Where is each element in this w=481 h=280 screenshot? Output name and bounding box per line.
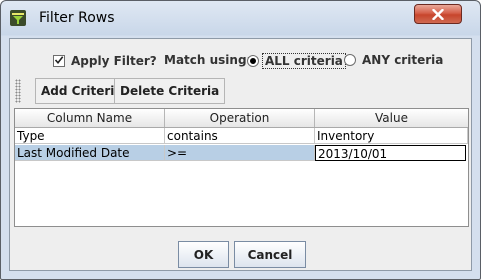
apply-filter-checkbox[interactable]	[53, 55, 65, 67]
window-title: Filter Rows	[39, 10, 115, 26]
cell-column-name[interactable]: Last Modified Date	[15, 145, 165, 161]
match-using-label: Match using:	[164, 53, 252, 67]
filter-rows-dialog: Filter Rows Apply Filter? Match using: A…	[0, 0, 481, 280]
cell-operation[interactable]: >=	[165, 145, 315, 161]
title-bar[interactable]: Filter Rows	[1, 1, 480, 37]
table-row[interactable]: Type contains Inventory	[15, 128, 468, 144]
radio-any-label: ANY criteria	[362, 53, 444, 67]
checkmark-icon	[54, 54, 64, 68]
close-icon	[432, 8, 444, 20]
cancel-button[interactable]: Cancel	[234, 241, 306, 268]
criteria-table: Column Name Operation Value Type contain…	[14, 108, 469, 227]
apply-filter-label: Apply Filter?	[71, 54, 157, 68]
table-row-selected[interactable]: Last Modified Date >= 2013/10/01	[15, 145, 468, 161]
filter-app-icon	[9, 9, 27, 27]
column-header-value[interactable]: Value	[315, 109, 468, 127]
cell-value-editor[interactable]: 2013/10/01	[315, 145, 466, 161]
cell-operation[interactable]: contains	[165, 128, 315, 144]
radio-selected-dot	[250, 58, 256, 64]
column-header-operation[interactable]: Operation	[165, 109, 315, 127]
delete-criteria-button[interactable]: Delete Criteria	[114, 78, 226, 104]
radio-any-criteria[interactable]: ANY criteria	[344, 53, 443, 67]
radio-any-button[interactable]	[344, 54, 356, 66]
radio-all-criteria[interactable]: ALL criteria	[247, 53, 346, 69]
radio-all-button[interactable]	[247, 55, 259, 67]
dialog-content: Apply Filter? Match using: ALL criteria …	[9, 38, 472, 271]
column-header-name[interactable]: Column Name	[15, 109, 165, 127]
criteria-toolbar: Add Criteria Delete Criteria	[15, 76, 467, 106]
cell-value[interactable]: Inventory	[315, 128, 468, 144]
radio-all-label: ALL criteria	[262, 53, 346, 69]
apply-filter-option[interactable]: Apply Filter?	[53, 53, 157, 69]
ok-button[interactable]: OK	[178, 241, 229, 268]
cell-column-name[interactable]: Type	[15, 128, 165, 144]
toolbar-grip-handle[interactable]	[15, 79, 21, 103]
table-header: Column Name Operation Value	[15, 109, 468, 128]
close-button[interactable]	[414, 4, 462, 24]
